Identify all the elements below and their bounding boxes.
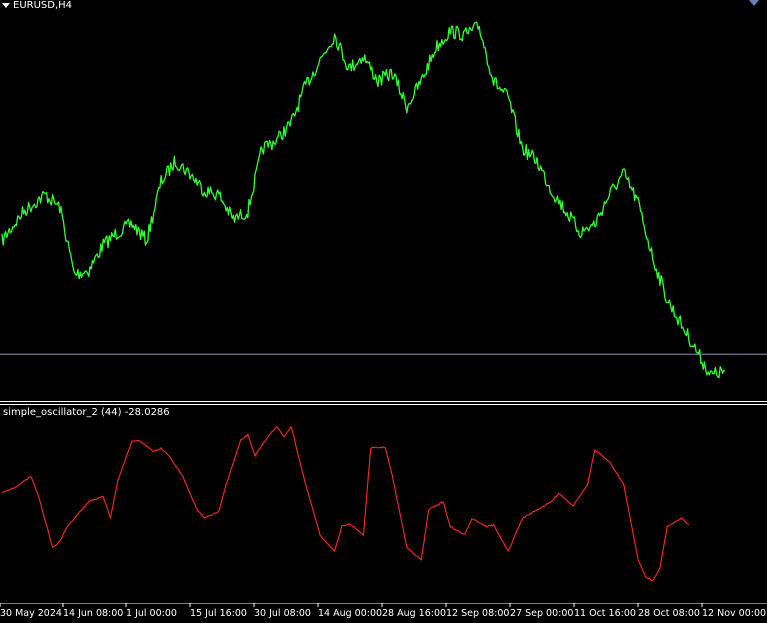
oscillator-series-line <box>1 426 690 582</box>
x-tick-label: 11 Oct 16:00 <box>574 608 636 619</box>
symbol-label[interactable]: EURUSD,H4 <box>2 0 72 11</box>
scroll-marker-icon[interactable] <box>749 0 759 6</box>
x-tick-label: 30 May 2024 <box>0 608 62 619</box>
x-tick-label: 15 Jul 16:00 <box>190 608 247 619</box>
x-tick-label: 1 Jul 00:00 <box>126 608 177 619</box>
symbol-text: EURUSD,H4 <box>13 0 73 11</box>
x-tick-label: 12 Sep 08:00 <box>446 608 509 619</box>
chart-canvas[interactable]: 30 May 2024 14 Jun 08:00 1 Jul 00:00 15 Jul… <box>0 0 767 623</box>
x-tick-label: 14 Jun 08:00 <box>63 608 123 619</box>
triangle-down-icon[interactable] <box>2 3 10 8</box>
x-tick-label: 28 Aug 16:00 <box>382 608 446 619</box>
x-tick-label: 30 Jul 08:00 <box>254 608 311 619</box>
x-tick-label: 12 Nov 00:00 <box>702 608 766 619</box>
x-tick-label: 27 Sep 00:00 <box>510 608 573 619</box>
price-series-line <box>1 21 726 379</box>
x-tick-label: 14 Aug 00:00 <box>318 608 382 619</box>
indicator-label: simple_oscillator_2 (44) -28.0286 <box>3 407 170 418</box>
chart-window[interactable]: 30 May 2024 14 Jun 08:00 1 Jul 00:00 15 Jul… <box>0 0 767 623</box>
x-tick-label: 28 Oct 08:00 <box>638 608 700 619</box>
